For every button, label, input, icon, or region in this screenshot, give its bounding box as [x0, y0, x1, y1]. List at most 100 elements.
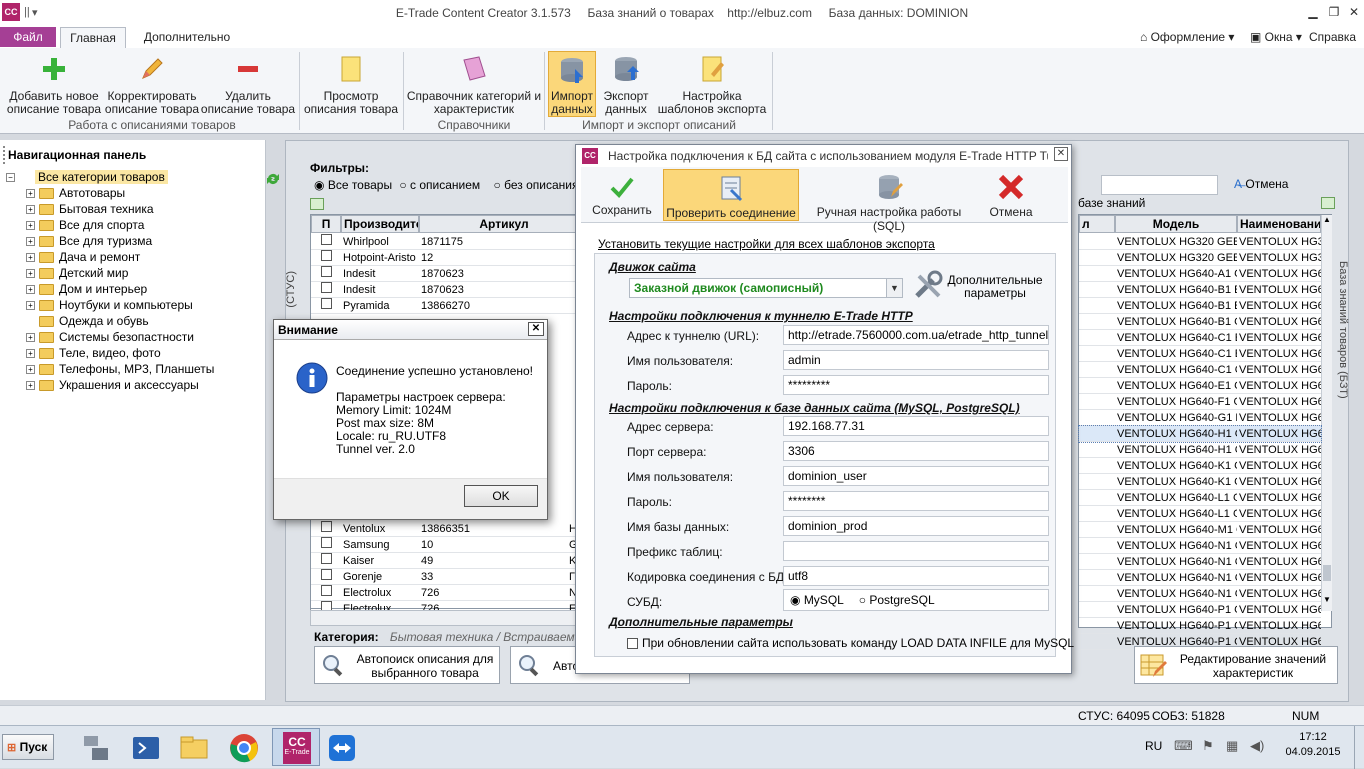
- dialog-close-icon[interactable]: ✕: [1054, 147, 1068, 161]
- expand-icon[interactable]: +: [26, 365, 35, 375]
- expand-icon[interactable]: +: [26, 349, 35, 359]
- table-row[interactable]: VENTOLUX HG640-L1 GCVENTOLUX HG640-: [1079, 506, 1321, 522]
- export-templates-button[interactable]: Настройка шаблонов экспорта: [656, 54, 768, 116]
- table-row[interactable]: Whirlpool 1871175: [311, 234, 589, 250]
- table-row[interactable]: VENTOLUX HG640-K1 GCVENTOLUX HG640-: [1079, 474, 1321, 490]
- table-row[interactable]: VENTOLUX HG640-N1 GCVENTOLUX HG640-: [1079, 538, 1321, 554]
- row-checkbox[interactable]: [320, 521, 332, 532]
- clock-date[interactable]: 04.09.2015: [1280, 746, 1346, 758]
- restore-icon[interactable]: ❐: [1324, 4, 1344, 20]
- tree-item[interactable]: + Украшения и аксессуары: [26, 378, 199, 394]
- view-description-button[interactable]: Просмотр описания товара: [302, 54, 400, 116]
- expand-icon[interactable]: +: [26, 253, 35, 263]
- cancel-filter-button[interactable]: A̶ Отмена: [1234, 177, 1288, 191]
- tree-item[interactable]: + Ноутбуки и компьютеры: [26, 298, 193, 314]
- expand-icon[interactable]: +: [26, 301, 35, 311]
- export-grid-icon-right[interactable]: [1321, 197, 1335, 209]
- table-row[interactable]: Samsung 10 G: [311, 537, 617, 553]
- table-row[interactable]: VENTOLUX HG640-M1 GEVENTOLUX HG640-: [1079, 522, 1321, 538]
- tab-file[interactable]: Файл: [0, 27, 56, 47]
- expand-icon[interactable]: +: [26, 221, 35, 231]
- edit-values-button[interactable]: Редактирование значений характеристик: [1134, 646, 1338, 684]
- language-indicator[interactable]: RU: [1145, 739, 1162, 753]
- kb-header-name[interactable]: Наименование: [1237, 215, 1321, 233]
- expand-icon[interactable]: +: [26, 381, 35, 391]
- edit-description-button[interactable]: Корректировать описание товара: [104, 54, 200, 116]
- apply-all-templates-link[interactable]: Установить текущие настройки для всех ша…: [598, 237, 935, 251]
- table-row[interactable]: VENTOLUX HG320 GEE (\VENTOLUX HG320: [1079, 250, 1321, 266]
- network-app-icon[interactable]: [80, 732, 112, 764]
- tunnel-url-field[interactable]: http://etrade.7560000.com.ua/etrade_http…: [783, 325, 1049, 345]
- chrome-icon[interactable]: [228, 732, 260, 764]
- table-row[interactable]: VENTOLUX HG320 GEE (EVENTOLUX HG320: [1079, 234, 1321, 250]
- explorer-icon[interactable]: [178, 732, 210, 764]
- row-checkbox[interactable]: [320, 537, 332, 548]
- style-menu[interactable]: ⌂ Оформление ▾: [1140, 30, 1234, 44]
- scroll-up-icon[interactable]: ▲: [1322, 215, 1332, 229]
- table-row[interactable]: VENTOLUX HG640-C1 GEVENTOLUX HG640-: [1079, 362, 1321, 378]
- collapse-icon[interactable]: −: [6, 173, 15, 183]
- tree-item[interactable]: + Телефоны, МР3, Планшеты: [26, 362, 214, 378]
- row-checkbox[interactable]: [320, 234, 332, 245]
- table-row[interactable]: Hotpoint-Aristo 12: [311, 250, 589, 266]
- expand-icon[interactable]: +: [26, 205, 35, 215]
- table-row[interactable]: Indesit 1870623: [311, 282, 589, 298]
- tab-main[interactable]: Главная: [60, 27, 126, 48]
- tree-root[interactable]: − Все категории товаров: [6, 170, 168, 186]
- tree-item[interactable]: + Бытовая техника: [26, 202, 154, 218]
- autosearch-button[interactable]: Автопоиск описания для выбранного товара: [314, 646, 500, 684]
- table-row[interactable]: Kaiser 49 K: [311, 553, 617, 569]
- table-row[interactable]: VENTOLUX HG640-G1 EEVENTOLUX HG640-: [1079, 410, 1321, 426]
- tunnel-user-field[interactable]: admin: [783, 350, 1049, 370]
- teamviewer-icon[interactable]: [326, 732, 358, 764]
- kb-vscrollbar[interactable]: ▲ ▼: [1321, 215, 1332, 611]
- extra-params-button[interactable]: Дополнительные параметры: [947, 274, 1043, 300]
- table-row[interactable]: VENTOLUX HG640-F1 GCVENTOLUX HG640-: [1079, 394, 1321, 410]
- tab-extra[interactable]: Дополнительно: [134, 27, 240, 48]
- expand-icon[interactable]: +: [26, 333, 35, 343]
- tree-item[interactable]: + Дача и ремонт: [26, 250, 140, 266]
- db-user-field[interactable]: dominion_user: [783, 466, 1049, 486]
- row-checkbox[interactable]: [320, 250, 332, 261]
- row-checkbox[interactable]: [320, 585, 332, 596]
- tree-item[interactable]: Одежда и обувь: [26, 314, 149, 330]
- scroll-thumb[interactable]: [1323, 565, 1331, 581]
- tools-icon[interactable]: [913, 270, 945, 305]
- row-checkbox[interactable]: [320, 553, 332, 564]
- port-field[interactable]: 3306: [783, 441, 1049, 461]
- message-close-icon[interactable]: ✕: [528, 322, 544, 336]
- table-row[interactable]: VENTOLUX HG640-B1 EEVENTOLUX HG640-: [1079, 282, 1321, 298]
- close-icon[interactable]: ✕: [1344, 4, 1364, 20]
- row-checkbox[interactable]: [320, 298, 332, 309]
- volume-icon[interactable]: ◀): [1250, 738, 1264, 754]
- filter-without-desc-radio[interactable]: ○ без описания: [494, 178, 579, 192]
- flag-icon[interactable]: ⚑: [1202, 738, 1214, 754]
- export-button[interactable]: Экспорт данных: [600, 54, 652, 116]
- table-row[interactable]: Indesit 1870623: [311, 266, 589, 282]
- table-row[interactable]: VENTOLUX HG640-K1 GCVENTOLUX HG640-: [1079, 458, 1321, 474]
- server-field[interactable]: 192.168.77.31: [783, 416, 1049, 436]
- table-row[interactable]: VENTOLUX HG640-C1 EEVENTOLUX HG640-: [1079, 330, 1321, 346]
- table-row[interactable]: VENTOLUX HG640-H1 GCVENTOLUX HG640-: [1079, 442, 1321, 458]
- row-checkbox[interactable]: [320, 569, 332, 580]
- add-description-button[interactable]: Добавить новое описание товара: [6, 54, 102, 116]
- start-button[interactable]: ⊞ Пуск: [2, 734, 54, 760]
- network-icon[interactable]: ▦: [1226, 738, 1238, 754]
- grid-header-vendor[interactable]: Производите: [341, 215, 419, 233]
- tree-item[interactable]: + Детский мир: [26, 266, 128, 282]
- chevron-down-icon[interactable]: ▼: [886, 279, 902, 297]
- powershell-icon[interactable]: [130, 732, 162, 764]
- checkbox-icon[interactable]: [627, 638, 638, 650]
- kb-header-model[interactable]: Модель: [1115, 215, 1237, 233]
- grid-header-article[interactable]: Артикул: [419, 215, 589, 233]
- keyboard-icon[interactable]: ⌨: [1174, 738, 1193, 754]
- tree-item[interactable]: + Дом и интерьер: [26, 282, 147, 298]
- engine-select[interactable]: Заказной движок (самописный) ▼: [629, 278, 903, 298]
- tree-item[interactable]: + Системы безопастности: [26, 330, 194, 346]
- save-button[interactable]: Сохранить: [585, 169, 659, 221]
- clock-time[interactable]: 17:12: [1288, 731, 1338, 743]
- table-row[interactable]: VENTOLUX HG640-N1 GCVENTOLUX HG640-: [1079, 570, 1321, 586]
- load-data-checkbox[interactable]: При обновлении сайта использовать команд…: [627, 636, 1074, 650]
- check-connection-button[interactable]: Проверить соединение: [663, 169, 799, 221]
- panel-grip[interactable]: [3, 146, 5, 164]
